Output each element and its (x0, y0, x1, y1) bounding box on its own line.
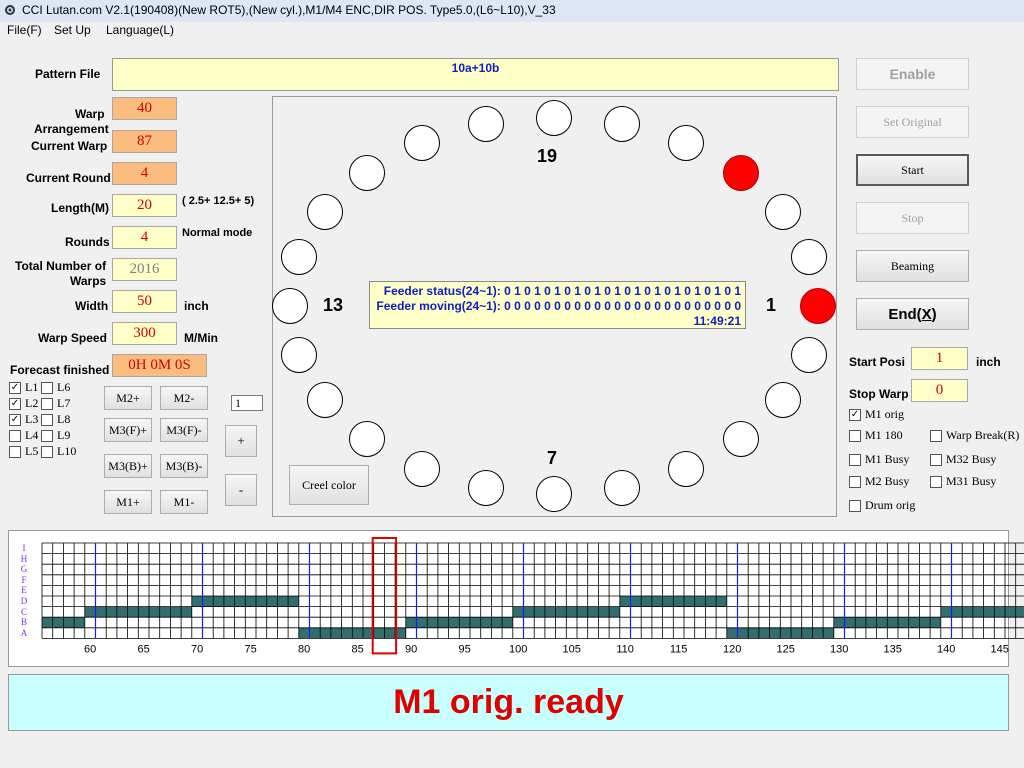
status-message: M1 orig. ready (393, 683, 624, 721)
grid-tick-label: 105 (562, 643, 580, 655)
grid-tick-label: 65 (138, 643, 150, 655)
grid-tick-label: 135 (883, 643, 901, 655)
grid-tick-label: 95 (459, 643, 471, 655)
grid-tick-label: 80 (298, 643, 310, 655)
grid-tick-label: 115 (670, 643, 688, 655)
grid-tick-label: 90 (405, 643, 417, 655)
status-message-bar: M1 orig. ready (8, 674, 1009, 731)
grid-tick-label: 60 (84, 643, 96, 655)
grid-tick-label: 120 (723, 643, 741, 655)
grid-tick-label: 100 (509, 643, 527, 655)
grid-tick-label: 145 (990, 643, 1008, 655)
grid-tick-label: 75 (245, 643, 257, 655)
grid-tick-label: 140 (937, 643, 955, 655)
grid-tick-label: 125 (776, 643, 794, 655)
warp-grid[interactable]: 60 65 70 75 80 85 90 95 100 105 110 115 120 125 130 135… (0, 0, 1024, 768)
warp-fill-segment (940, 606, 1024, 618)
grid-tick-label: 110 (616, 643, 634, 655)
grid-tick-label: 85 (352, 643, 364, 655)
grid-tick-label: 70 (191, 643, 203, 655)
grid-tick-label: 130 (830, 643, 848, 655)
